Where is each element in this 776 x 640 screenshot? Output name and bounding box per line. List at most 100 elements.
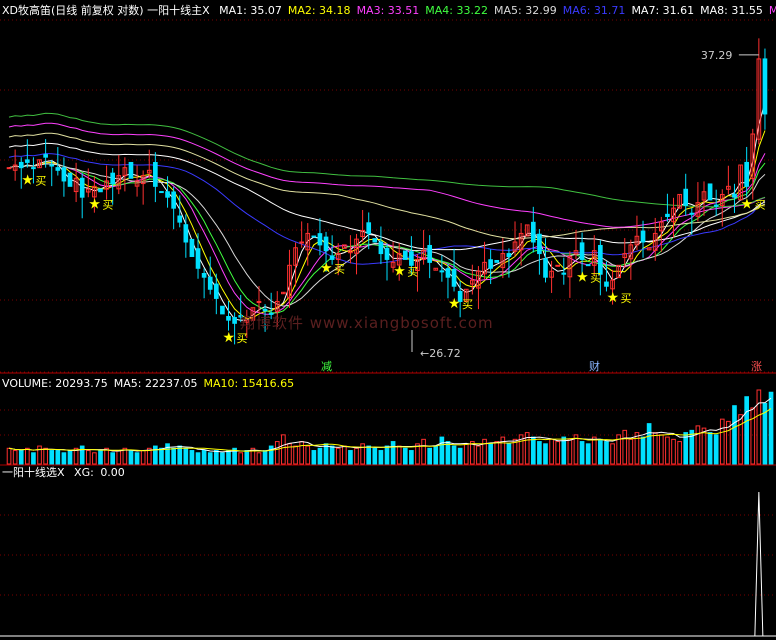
volume-bar	[12, 450, 18, 465]
volume-bar	[128, 450, 134, 465]
candle-body	[43, 154, 48, 158]
candle-body	[372, 238, 378, 243]
buy-signal-star: ★	[320, 261, 333, 277]
volume-bar	[591, 436, 597, 465]
volume-bar	[390, 441, 396, 465]
volume-bar	[482, 438, 487, 465]
volume-bar	[768, 391, 774, 465]
volume-bar	[701, 427, 707, 465]
xg-signal-line	[754, 491, 764, 637]
volume-bar	[140, 450, 146, 465]
volume-bar	[372, 447, 378, 465]
candle-body	[171, 191, 176, 209]
buy-signal-star: ★	[576, 269, 589, 285]
volume-bar	[409, 450, 414, 465]
candle-body	[189, 238, 195, 257]
volume-bar	[335, 447, 341, 465]
candle-body	[79, 177, 85, 198]
volume-bar	[159, 447, 164, 465]
volume-bar	[445, 441, 451, 465]
candle-body	[378, 241, 384, 255]
ma-line-2	[8, 130, 766, 320]
volume-bar	[116, 450, 122, 465]
ma-legend-5: MA5: 32.99	[494, 4, 557, 17]
volume-bar	[195, 452, 201, 465]
volume-bar	[201, 450, 207, 465]
candle-body	[201, 272, 207, 278]
volume-bar	[244, 450, 250, 465]
volume-bar	[329, 445, 335, 465]
volume-bar	[756, 389, 762, 465]
volume-bar	[262, 450, 268, 465]
volume-bar	[750, 407, 756, 465]
candle-body	[366, 222, 372, 234]
candle-body	[439, 270, 445, 273]
candle-body	[31, 167, 36, 170]
buy-signal-label: 买	[590, 271, 601, 284]
volume-bar	[707, 432, 713, 465]
candle-body	[494, 259, 500, 263]
buy-signal-star: ★	[741, 196, 754, 212]
buy-signal-label: 买	[334, 263, 345, 276]
volume-bar	[610, 443, 615, 465]
candle-body	[25, 159, 30, 163]
candle-body	[427, 244, 433, 263]
ma-legend-3: MA3: 33.51	[356, 4, 420, 17]
volume-bar	[220, 452, 225, 465]
volume-bar	[213, 450, 219, 465]
candle-body	[530, 221, 536, 243]
buy-signal-label: 买	[407, 266, 418, 279]
volume-bar	[585, 443, 591, 465]
ma-legend-7: MA7: 31.61	[631, 4, 695, 17]
candle-body	[561, 272, 567, 275]
candle-body	[598, 244, 603, 275]
candle-body	[317, 233, 323, 246]
volume-bar	[354, 447, 359, 465]
candle-body	[6, 167, 12, 170]
ma-line-4	[8, 162, 766, 314]
candle-body	[49, 164, 55, 167]
candle-body	[707, 183, 713, 201]
volume-bar	[79, 445, 85, 465]
volume-bar	[61, 452, 67, 465]
candle-body	[579, 242, 585, 260]
candle-body	[640, 230, 646, 243]
ma-line-8	[8, 132, 766, 240]
volume-bar	[311, 450, 317, 465]
volume-bar	[104, 447, 109, 465]
candle-body	[555, 264, 561, 267]
volume-bar	[451, 445, 457, 465]
volume-bar	[299, 441, 304, 465]
ma-legend-2: MA2: 34.18	[287, 4, 351, 17]
buy-signal-label: 买	[35, 174, 46, 187]
volume-bar	[323, 443, 329, 465]
volume-bar	[530, 436, 536, 465]
candle-body	[585, 264, 591, 267]
volume-legend-2: MA5: 22237.05	[113, 377, 198, 390]
volume-bar	[402, 447, 408, 465]
volume-bar	[238, 452, 244, 465]
volume-bar	[665, 436, 670, 465]
volume-bar	[98, 450, 103, 465]
candle-body	[323, 236, 329, 252]
candle-body	[683, 188, 689, 206]
volume-bar	[457, 447, 463, 465]
volume-bar	[226, 450, 231, 465]
buy-signal-star: ★	[448, 296, 461, 312]
volume-bar	[494, 441, 500, 465]
candle-body	[732, 193, 737, 198]
volume-bar	[49, 450, 55, 465]
date-tag-1: 减	[321, 360, 332, 373]
volume-bar	[646, 423, 652, 465]
volume-bar	[567, 438, 573, 465]
candle-body	[451, 268, 457, 287]
volume-bar	[37, 445, 42, 465]
volume-bar	[476, 445, 481, 465]
volume-bar	[274, 441, 280, 465]
xg-label: XG:	[74, 466, 94, 479]
volume-bar	[744, 396, 749, 465]
volume-bar	[598, 438, 603, 465]
buy-signal-label: 买	[462, 298, 473, 311]
candle-body	[213, 283, 219, 299]
ma-legend-6: MA6: 31.71	[562, 4, 626, 17]
